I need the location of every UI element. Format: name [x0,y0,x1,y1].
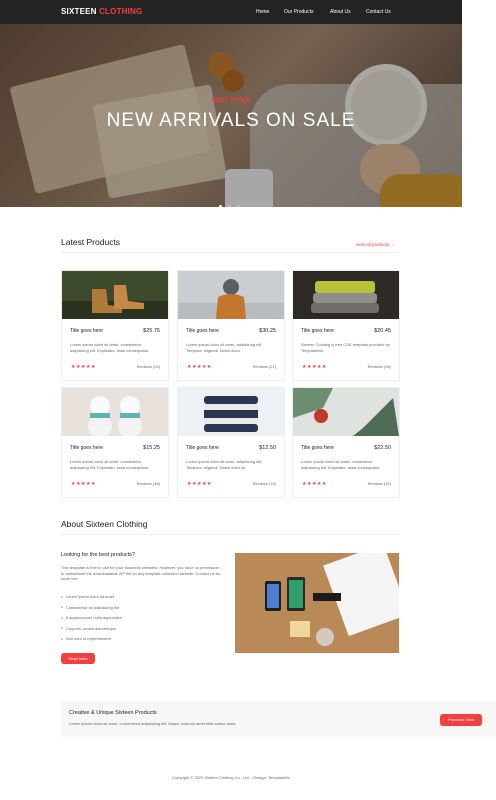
list-item: Consectetur an adipisicing elit [61,605,122,616]
carousel-dots [219,195,246,207]
christmas-image [293,388,399,436]
product-card[interactable]: Title goes here $20.45 Sixteen Clothing … [292,270,400,381]
product-description: Lorem ipsum dolor sit amet, consectetur … [70,342,150,353]
product-reviews: Reviews (21) [252,364,276,369]
product-price: $15.25 [143,445,160,451]
nav-about-us[interactable]: About Us [330,9,351,15]
latest-products-heading: Latest Products [61,237,121,247]
person-hat-image [178,271,284,319]
desk-phones-image [235,553,399,653]
rating-stars: ★★★★★ [302,481,327,487]
about-title-accent: Clothing [116,519,148,529]
about-feature-list: Lorem ipsum dolor sit amet Consectetur a… [61,594,122,647]
carousel-dot[interactable] [228,205,231,207]
product-name[interactable]: Title goes here [186,328,219,334]
hero-banner: BEST OFFER NEW ARRIVALS ON SALE [0,24,462,207]
product-description: Lorem ipsum dolor sit amet, consectetur … [70,459,150,470]
about-image [235,553,399,653]
cta-title: Creative & Unique Sixteen Products [69,710,157,716]
list-item: Non cum id reprehenderit [61,636,122,647]
rating-stars: ★★★★★ [302,364,327,370]
product-description: Lorem ipsum dolor sit amet, adipisicing … [186,342,263,353]
list-item: It aquecorporis nulla aspernatur [61,615,122,626]
product-description: Sixteen Clothing is free CSS template pr… [301,342,390,353]
product-price: $12.50 [259,445,276,451]
nav-contact-us[interactable]: Contact Us [366,9,391,15]
nav-home[interactable]: Home [256,9,269,15]
product-name[interactable]: Title goes here [301,328,334,334]
divider [61,252,399,253]
about-title-main: About Sixteen [61,519,114,529]
carousel-dot[interactable] [237,205,240,207]
product-reviews: Reviews (16) [252,481,276,486]
product-image[interactable] [62,388,168,436]
product-name[interactable]: Title goes here [186,445,219,451]
sweaters-image [293,271,399,319]
page: SIXTEEN CLOTHING Home Our Products About… [0,0,496,800]
purchase-now-button[interactable]: Purchase Now [440,714,482,726]
read-more-button[interactable]: Read More [61,653,95,664]
hero-title: NEW ARRIVALS ON SALE [106,110,356,131]
product-price: $20.45 [374,328,391,334]
list-item: Lorem ipsum dolor sit amet [61,594,122,605]
rating-stars: ★★★★★ [71,481,96,487]
rating-stars: ★★★★★ [187,364,212,370]
product-price: $25.75 [143,328,160,334]
hero-offer-label: BEST OFFER [211,98,250,104]
footer: Copyright © 2020 Sixteen Clothing Co., L… [0,775,462,780]
rating-stars: ★★★★★ [187,481,212,487]
product-name[interactable]: Title goes here [70,445,103,451]
about-subtitle: Looking for the best products? [61,552,135,558]
product-name[interactable]: Title goes here [301,445,334,451]
snowmen-image [62,388,168,436]
product-reviews: Reviews (32) [367,481,391,486]
list-item: Corporis, omnis doloremque [61,626,122,637]
cta-band [61,701,496,737]
product-image[interactable] [178,388,284,436]
copyright-text: Copyright © 2020 Sixteen Clothing Co., L… [172,775,250,780]
striped-sweater-image [178,388,284,436]
product-image[interactable] [178,271,284,319]
product-price: $30.25 [259,328,276,334]
carousel-dot[interactable] [219,205,222,207]
design-credit-link[interactable]: - Design: TemplateMo [251,775,290,780]
top-navbar: SIXTEEN CLOTHING Home Our Products About… [0,0,462,24]
brand-logo[interactable]: SIXTEEN CLOTHING [61,7,142,16]
product-reviews: Reviews (36) [367,364,391,369]
about-heading: About Sixteen Clothing [61,519,148,529]
product-reviews: Reviews (48) [136,481,160,486]
product-description: Lorem ipsum dolor sit amet, adipisicing … [186,459,263,470]
product-card[interactable]: Title goes here $15.25 Lorem ipsum dolor… [61,387,169,498]
nav-our-products[interactable]: Our Products [284,9,313,15]
cta-text: Lorem ipsum dolor sit amet, consectetur … [69,721,237,726]
logo-main-text: SIXTEEN [61,7,97,16]
logo-accent-text: CLOTHING [99,7,143,16]
product-description: Lorem ipsum dolor sit amet, consectetur … [301,459,381,470]
product-card[interactable]: Title goes here $22.50 Lorem ipsum dolor… [292,387,400,498]
view-all-products-link[interactable]: view all products → [356,242,395,247]
product-card[interactable]: Title goes here $12.50 Lorem ipsum dolor… [177,387,285,498]
divider [61,534,399,535]
boots-image [62,271,168,319]
product-card[interactable]: Title goes here $30.25 Lorem ipsum dolor… [177,270,285,381]
product-card[interactable]: Title goes here $25.75 Lorem ipsum dolor… [61,270,169,381]
product-reviews: Reviews (24) [136,364,160,369]
product-image[interactable] [62,271,168,319]
rating-stars: ★★★★★ [71,364,96,370]
product-image[interactable] [293,271,399,319]
about-text: This template is free to use for your bu… [61,565,221,581]
product-price: $22.50 [374,445,391,451]
product-image[interactable] [293,388,399,436]
product-name[interactable]: Title goes here [70,328,103,334]
